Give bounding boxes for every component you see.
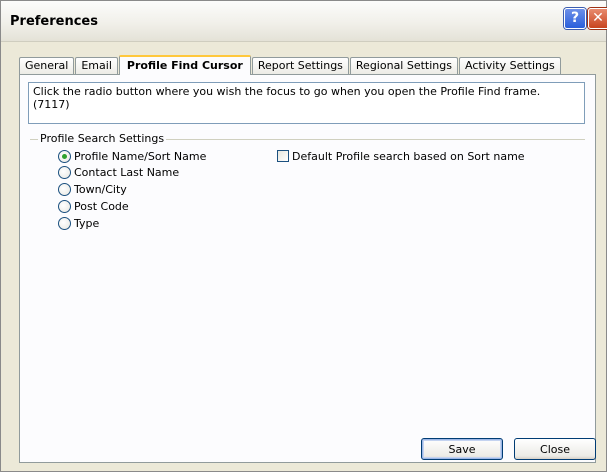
sort-name-default-checkbox[interactable] bbox=[277, 150, 289, 162]
radio-button-icon[interactable] bbox=[58, 165, 71, 179]
radio-contact-last-name[interactable]: Contact Last Name bbox=[58, 164, 179, 180]
radio-button-icon[interactable] bbox=[58, 216, 71, 230]
close-icon[interactable]: ✕ bbox=[588, 8, 607, 29]
radio-button-icon[interactable] bbox=[58, 149, 71, 163]
instructions-text: Click the radio button where you wish th… bbox=[28, 82, 585, 124]
radio-label: Post Code bbox=[74, 199, 129, 213]
radio-label: Profile Name/Sort Name bbox=[74, 149, 207, 163]
checkbox-label: Default Profile search based on Sort nam… bbox=[292, 149, 525, 163]
tab-email[interactable]: Email bbox=[75, 57, 118, 74]
tab-regional-settings[interactable]: Regional Settings bbox=[349, 57, 458, 74]
radio-profile-name-sort-name[interactable]: Profile Name/Sort Name bbox=[58, 148, 206, 164]
preferences-dialog: Preferences ? ✕ General Email Profile Fi… bbox=[0, 0, 607, 472]
radio-button-icon[interactable] bbox=[58, 199, 71, 213]
tab-general[interactable]: General bbox=[19, 57, 75, 74]
tab-activity-settings[interactable]: Activity Settings bbox=[458, 57, 561, 74]
radio-button-icon[interactable] bbox=[58, 182, 71, 196]
dialog-title: Preferences bbox=[10, 14, 98, 29]
help-icon[interactable]: ? bbox=[564, 8, 586, 29]
radio-post-code[interactable]: Post Code bbox=[58, 198, 129, 214]
close-button[interactable]: Close bbox=[514, 438, 596, 460]
save-button[interactable]: Save bbox=[421, 438, 503, 460]
radio-type[interactable]: Type bbox=[58, 215, 99, 231]
radio-label: Contact Last Name bbox=[74, 165, 180, 179]
profile-search-group-title: Profile Search Settings bbox=[38, 132, 167, 145]
tab-report-settings[interactable]: Report Settings bbox=[251, 57, 349, 74]
radio-label: Town/City bbox=[74, 182, 127, 196]
sort-name-default-checkbox-row[interactable]: Default Profile search based on Sort nam… bbox=[277, 148, 525, 164]
radio-label: Type bbox=[74, 216, 100, 230]
tab-profile-find-cursor[interactable]: Profile Find Cursor bbox=[118, 55, 251, 75]
title-bar[interactable]: Preferences ? ✕ bbox=[1, 1, 607, 42]
radio-town-city[interactable]: Town/City bbox=[58, 181, 127, 197]
tab-strip: General Email Profile Find Cursor Report… bbox=[19, 55, 562, 75]
